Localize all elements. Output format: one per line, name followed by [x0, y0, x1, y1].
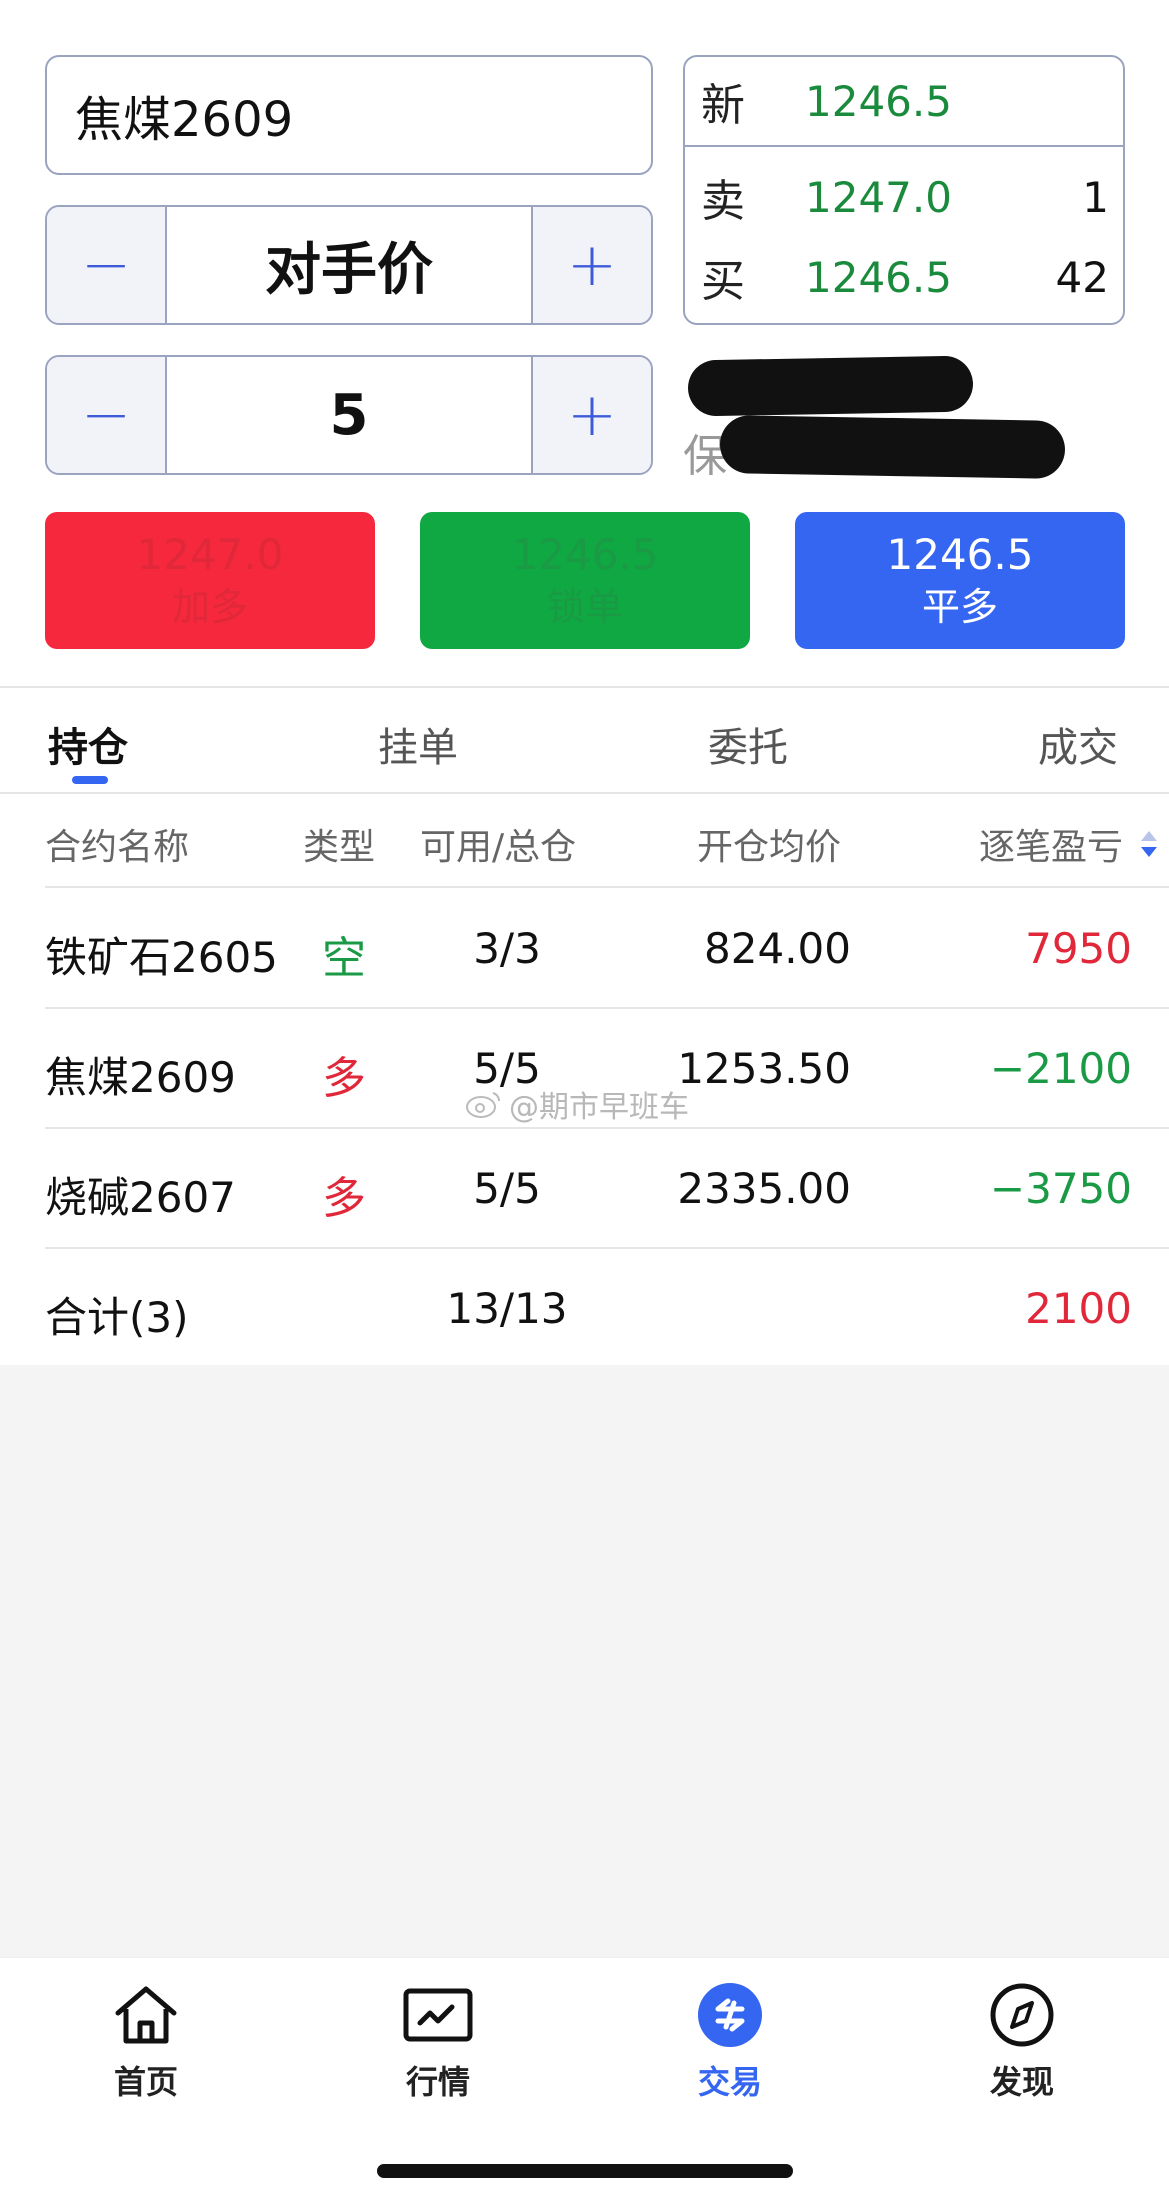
header-contract: 合约名称 [45, 827, 190, 868]
trade-icon [698, 1983, 762, 2047]
price-decrease-button[interactable]: − [47, 207, 167, 323]
nav-market-label: 行情 [405, 2063, 470, 2101]
quantity-decrease-button[interactable]: − [47, 357, 167, 473]
quote-divider [685, 145, 1123, 147]
table-row-name[interactable]: 铁矿石2605 [45, 924, 278, 985]
ask-row: 卖 1247.0 1 [685, 157, 1123, 237]
bid-row: 买 1246.5 42 [685, 237, 1123, 317]
bid-label: 买 [701, 256, 745, 307]
home-indicator[interactable] [377, 2164, 793, 2178]
table-row-avg-price: 2335.00 [677, 1164, 851, 1213]
table-row-pnl: −2100 [989, 1044, 1132, 1093]
add-long-label: 加多 [171, 584, 248, 629]
add-long-button[interactable]: 1247.0 加多 [45, 512, 375, 649]
total-volume: 13/13 [446, 1284, 568, 1333]
close-long-label: 平多 [921, 584, 998, 629]
watermark-text: @期市早班车 [509, 1090, 689, 1125]
table-row-pnl: −3750 [989, 1164, 1132, 1213]
watermark: @期市早班车 [465, 1082, 689, 1126]
tab-orders[interactable]: 委托 [708, 715, 788, 773]
last-label: 新 [701, 80, 745, 131]
bid-price: 1246.5 [805, 252, 952, 302]
lock-label: 锁单 [546, 584, 623, 629]
total-label: 合计(3) [45, 1293, 189, 1342]
row-divider [45, 1127, 1169, 1129]
ask-label: 卖 [701, 176, 745, 227]
table-row-avg-price: 824.00 [704, 924, 851, 973]
last-price: 1246.5 [805, 76, 952, 126]
contract-input[interactable]: 焦煤2609 [45, 55, 653, 175]
header-avg-price: 开仓均价 [697, 827, 842, 868]
close-long-price: 1246.5 [886, 529, 1034, 579]
lock-position-button[interactable]: 1246.5 锁单 [420, 512, 750, 649]
table-row-volume: 5/5 [473, 1164, 541, 1213]
last-price-row: 新 1246.5 [685, 61, 1123, 141]
ask-price: 1247.0 [805, 172, 952, 222]
bid-qty: 42 [1055, 252, 1109, 302]
chart-icon [403, 1988, 473, 2042]
row-divider [45, 1007, 1169, 1009]
header-volume: 可用/总仓 [420, 827, 577, 868]
table-row-type: 多 [322, 1173, 366, 1224]
table-row-type: 多 [322, 1053, 366, 1104]
lock-price: 1246.5 [511, 529, 659, 579]
compass-icon [990, 1983, 1054, 2047]
contract-value: 焦煤2609 [75, 92, 294, 148]
weibo-icon [466, 1092, 500, 1118]
active-tab-indicator [72, 776, 108, 784]
price-mode-value[interactable]: 对手价 [167, 207, 531, 323]
nav-trade-label: 交易 [697, 2063, 762, 2101]
section-divider [0, 686, 1169, 688]
table-row-name[interactable]: 烧碱2607 [45, 1164, 236, 1225]
table-row-volume: 3/3 [473, 924, 541, 973]
header-divider [45, 886, 1169, 888]
redaction-mark [719, 414, 1066, 480]
header-type: 类型 [303, 827, 376, 868]
nav-discover-label: 发现 [989, 2063, 1054, 2101]
nav-market[interactable]: 行情 [338, 1983, 538, 2103]
nav-home-label: 首页 [113, 2063, 178, 2101]
quote-panel: 新 1246.5 卖 1247.0 1 买 1246.5 42 [683, 55, 1125, 325]
close-long-button[interactable]: 1246.5 平多 [795, 512, 1125, 649]
tab-pending-orders[interactable]: 挂单 [378, 715, 458, 773]
empty-content-area [0, 1365, 1169, 1957]
total-pnl: 2100 [1025, 1284, 1132, 1333]
add-long-price: 1247.0 [136, 529, 284, 579]
ask-qty: 1 [1082, 172, 1109, 222]
table-row-pnl: 7950 [1025, 924, 1132, 973]
home-icon [115, 1986, 177, 2044]
row-divider [45, 1247, 1169, 1249]
header-pnl[interactable]: 逐笔盈亏 [979, 818, 1123, 870]
quantity-increase-button[interactable]: + [531, 357, 651, 473]
tab-divider [0, 792, 1169, 794]
top-cut-label [48, 0, 128, 8]
table-row-type: 空 [322, 933, 366, 984]
nav-discover[interactable]: 发现 [922, 1983, 1122, 2103]
nav-home[interactable]: 首页 [46, 1983, 246, 2103]
redaction-mark [687, 355, 974, 417]
table-row-name[interactable]: 焦煤2609 [45, 1044, 236, 1105]
price-increase-button[interactable]: + [531, 207, 651, 323]
nav-trade[interactable]: 交易 [630, 1983, 830, 2103]
tab-trades[interactable]: 成交 [1038, 715, 1118, 773]
quantity-stepper: − 5 + [45, 355, 653, 475]
table-row-avg-price: 1253.50 [677, 1044, 851, 1093]
sort-icon[interactable] [1139, 829, 1159, 859]
quantity-value[interactable]: 5 [167, 357, 531, 473]
tab-positions[interactable]: 持仓 [48, 715, 128, 773]
price-mode-stepper: − 对手价 + [45, 205, 653, 325]
